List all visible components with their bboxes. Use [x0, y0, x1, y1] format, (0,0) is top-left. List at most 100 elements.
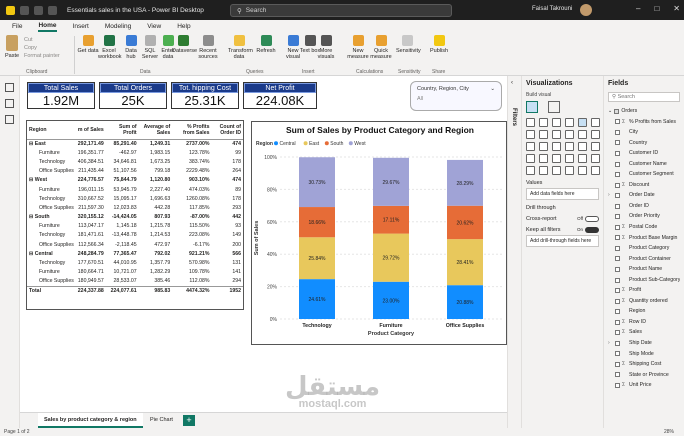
visual-type-icon[interactable] [552, 142, 561, 151]
field-item[interactable]: Σ Discount [608, 180, 680, 191]
visual-type-icon[interactable] [526, 154, 535, 163]
visual-type-icon[interactable] [526, 130, 535, 139]
close-icon[interactable]: ✕ [673, 4, 680, 13]
matrix-group-row[interactable]: ⊟ Central 248,284.79 77,365.47 792.02 921.21… [27, 249, 243, 258]
field-checkbox[interactable] [615, 288, 620, 294]
kpi-card-net-profit[interactable]: Net Profit 224.08K [243, 82, 317, 109]
kpi-card-total-sales[interactable]: Total Sales 1.92M [27, 82, 95, 109]
more-visuals-button[interactable]: More visuals [315, 35, 337, 60]
matrix-group-row[interactable]: ⊟ East 292,171.49 85,291.40 1,249.31 2737.00… [27, 139, 243, 148]
matrix-row[interactable]: Office Supplies 112,566.34 -2,118.45 472.97… [27, 240, 243, 249]
dataverse-button[interactable]: Dataverse [172, 35, 197, 54]
field-checkbox[interactable] [615, 309, 620, 315]
matrix-row[interactable]: Technology 181,471.61 -13,448.78 1,214.53 22… [27, 231, 243, 240]
kpi-card-total-orders[interactable]: Total Orders 25K [99, 82, 167, 109]
visual-type-icon[interactable] [539, 154, 548, 163]
model-view-icon[interactable] [5, 115, 14, 124]
matrix-row[interactable]: Furniture 196,011.15 53,945.79 2,227.40 474.… [27, 185, 243, 194]
field-checkbox[interactable] [615, 266, 620, 272]
matrix-row[interactable]: Technology 406,384.51 34,646.81 1,673.25 383… [27, 157, 243, 166]
field-item[interactable]: Product Name [608, 264, 680, 275]
matrix-row[interactable]: Technology 310,667.52 15,095.17 1,696.63 126… [27, 194, 243, 203]
get-data-button[interactable]: Get data [77, 35, 99, 54]
field-item[interactable]: Σ Quantity ordered [608, 296, 680, 307]
field-checkbox[interactable] [615, 129, 620, 135]
visual-type-icon[interactable] [552, 118, 561, 127]
add-page-button[interactable]: + [183, 415, 195, 426]
field-checkbox[interactable] [615, 214, 620, 220]
transform-data-button[interactable]: Transform data [228, 35, 253, 60]
kpi-card-shipping-cost[interactable]: Tot. hipping Cost 25.31K [171, 82, 239, 109]
matrix-column-header[interactable]: Average of Sales [138, 121, 173, 140]
field-item[interactable]: Product Category [608, 243, 680, 254]
table-orders[interactable]: ⌄ Orders [608, 106, 680, 117]
drillthrough-well[interactable]: Add drill-through fields here [526, 235, 599, 247]
visual-type-icon[interactable] [539, 130, 548, 139]
matrix-total-row[interactable]: Total 224,337.88 224,077.61 985.83 4474.32% 1… [27, 285, 243, 296]
field-item[interactable]: Product Sub-Category [608, 275, 680, 286]
visual-type-icon[interactable] [539, 118, 548, 127]
visual-type-icon[interactable] [526, 142, 535, 151]
values-well[interactable]: Add data fields here [526, 188, 599, 200]
field-checkbox[interactable] [615, 351, 620, 357]
field-checkbox[interactable] [615, 382, 620, 388]
menu-insert[interactable]: Insert [73, 23, 89, 30]
visual-type-icon[interactable] [539, 142, 548, 151]
field-checkbox[interactable] [615, 372, 620, 378]
field-checkbox[interactable] [615, 298, 620, 304]
field-item[interactable]: › Ship Date [608, 338, 680, 349]
build-visual-icon[interactable] [526, 101, 538, 113]
field-checkbox[interactable] [615, 330, 620, 336]
visual-type-icon[interactable] [526, 118, 535, 127]
format-painter-button[interactable]: Format painter [24, 52, 60, 60]
field-item[interactable]: Σ Shipping Cost [608, 359, 680, 370]
field-item[interactable]: Σ% Profits from Sales [608, 117, 680, 128]
field-checkbox[interactable] [615, 256, 620, 262]
field-checkbox[interactable] [615, 340, 620, 346]
excel-workbook-button[interactable]: Excel workbook [98, 35, 122, 60]
field-checkbox[interactable] [615, 172, 620, 178]
field-checkbox[interactable] [615, 319, 620, 325]
sensitivity-button[interactable]: Sensitivity [396, 35, 421, 54]
visual-type-icon[interactable] [591, 118, 600, 127]
search-input[interactable]: ⚲ Search [230, 4, 452, 17]
field-item[interactable]: State or Province [608, 370, 680, 381]
field-item[interactable]: Country [608, 138, 680, 149]
undo-icon[interactable] [34, 5, 43, 15]
cut-button[interactable]: Cut [24, 36, 60, 44]
visual-type-icon[interactable] [578, 166, 587, 175]
matrix-row[interactable]: Office Supplies 180,949.57 28,533.07 385.46… [27, 277, 243, 286]
field-item[interactable]: Customer Name [608, 159, 680, 170]
stacked-bar-chart[interactable]: Sum of Sales by Product Category and Reg… [251, 121, 507, 345]
field-item[interactable]: Σ Postal Code [608, 222, 680, 233]
visual-type-icon[interactable] [565, 154, 574, 163]
tab-pie-chart[interactable]: Pie Chart [144, 413, 179, 428]
redo-icon[interactable] [48, 5, 57, 15]
visual-type-icon[interactable] [539, 166, 548, 175]
visual-type-icon[interactable] [565, 142, 574, 151]
field-checkbox[interactable] [615, 182, 620, 188]
matrix-column-header[interactable]: Count of Order ID [211, 121, 243, 140]
visual-type-icon[interactable] [526, 166, 535, 175]
visual-type-icon[interactable] [578, 142, 587, 151]
cross-report-toggle[interactable] [585, 216, 599, 222]
field-item[interactable]: Σ Unit Price [608, 380, 680, 391]
field-item[interactable]: Customer Segment [608, 169, 680, 180]
matrix-row[interactable]: Furniture 113,047.17 1,145.18 1,215.78 115.5… [27, 222, 243, 231]
recent-sources-button[interactable]: Recent sources [197, 35, 219, 60]
field-item[interactable]: Order ID [608, 201, 680, 212]
field-checkbox[interactable] [615, 277, 620, 283]
visual-type-icon[interactable] [552, 166, 561, 175]
field-item[interactable]: Σ Sales [608, 327, 680, 338]
field-item[interactable]: Product Container [608, 254, 680, 265]
menu-view[interactable]: View [147, 23, 161, 30]
quick-measure-button[interactable]: Quick measure [370, 35, 392, 60]
new-measure-button[interactable]: New measure [347, 35, 369, 60]
field-item[interactable]: Σ Row ID [608, 317, 680, 328]
filters-pane-collapsed[interactable]: ‹ Filters [507, 76, 521, 428]
chevron-down-icon[interactable]: ⌄ [490, 86, 495, 92]
menu-modeling[interactable]: Modeling [105, 23, 131, 30]
field-item[interactable]: Σ Profit [608, 285, 680, 296]
field-item[interactable]: Customer ID [608, 148, 680, 159]
field-checkbox[interactable] [615, 119, 620, 125]
